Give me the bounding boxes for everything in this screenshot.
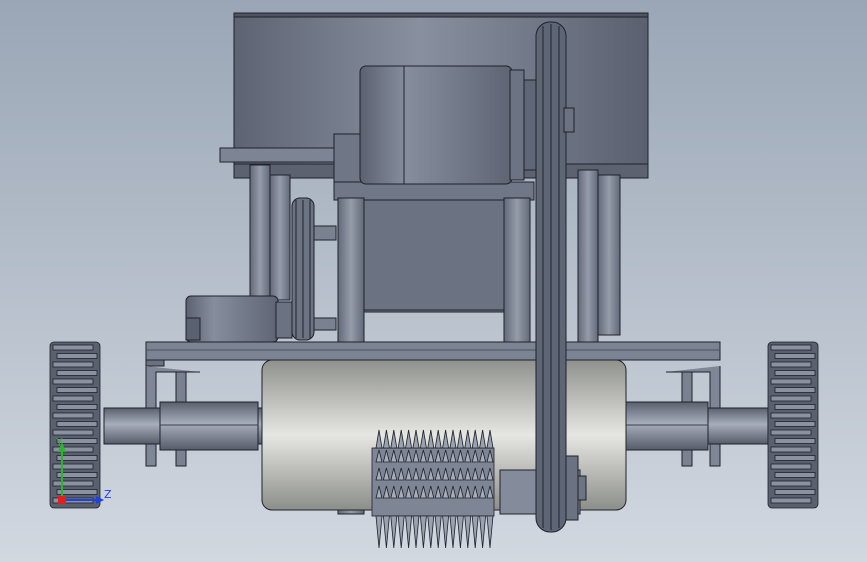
tread: [770, 412, 812, 419]
z-axis-label: Z: [104, 488, 112, 501]
tread: [52, 344, 94, 351]
tread: [774, 421, 816, 427]
tread: [770, 497, 812, 504]
cad-viewport[interactable]: Y Z: [0, 0, 867, 562]
tread: [770, 446, 812, 453]
tread: [56, 404, 98, 410]
tread: [774, 387, 816, 393]
left-wheel: [49, 341, 101, 509]
x-axis-marker: [58, 496, 66, 504]
tread: [770, 344, 812, 351]
tread: [52, 480, 94, 487]
right-wheel: [767, 341, 819, 509]
tread: [774, 438, 816, 444]
tread: [774, 404, 816, 410]
tread: [56, 387, 98, 393]
tread: [774, 455, 816, 461]
tread: [770, 378, 812, 385]
tread: [774, 472, 816, 478]
tread: [770, 480, 812, 487]
tread: [770, 463, 812, 470]
tread: [774, 370, 816, 376]
tread: [774, 353, 816, 359]
tread: [52, 378, 94, 385]
gear-motor: [185, 295, 293, 343]
tread: [52, 395, 94, 402]
tread: [770, 361, 812, 368]
y-axis-label: Y: [55, 436, 63, 449]
tread: [56, 438, 98, 444]
tread: [52, 412, 94, 419]
tread: [770, 429, 812, 436]
tread: [52, 429, 94, 436]
tread: [52, 463, 94, 470]
tread: [770, 395, 812, 402]
tread: [56, 370, 98, 376]
tread: [56, 421, 98, 427]
tread: [56, 353, 98, 359]
machine-drawing: Y Z: [0, 0, 867, 562]
main-motor: [359, 65, 537, 185]
tread: [774, 489, 816, 495]
tread: [52, 361, 94, 368]
